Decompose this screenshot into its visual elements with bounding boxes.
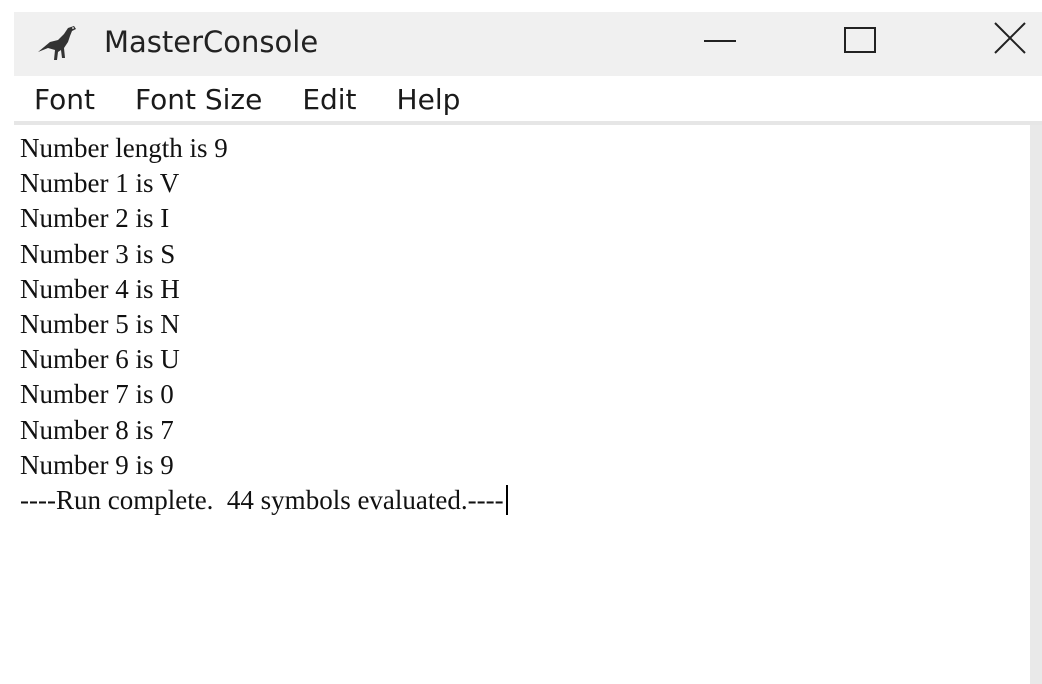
- vertical-scrollbar[interactable]: [1030, 125, 1042, 684]
- minimize-button[interactable]: [680, 12, 760, 68]
- console-output[interactable]: Number length is 9 Number 1 is V Number …: [14, 125, 1030, 684]
- console-last-line: ----Run complete. 44 symbols evaluated.-…: [20, 483, 1030, 518]
- menu-bar: Font Font Size Edit Help: [14, 76, 1042, 124]
- console-line: Number 7 is 0: [20, 379, 174, 410]
- console-line: Number 9 is 9: [20, 449, 174, 480]
- maximize-button[interactable]: [820, 12, 900, 68]
- menu-font-size[interactable]: Font Size: [115, 78, 282, 122]
- master-console-window: MasterConsole Font Font Size Edit Help N…: [0, 0, 1042, 684]
- console-line: Number 8 is 7: [20, 414, 174, 445]
- console-line: Number 2 is I: [20, 203, 170, 234]
- console-line: Number 5 is N: [20, 309, 180, 340]
- text-caret: [505, 485, 508, 516]
- console-line: Number 6 is U: [20, 344, 180, 375]
- menu-edit[interactable]: Edit: [282, 78, 376, 122]
- maximize-icon: [844, 27, 876, 53]
- minimize-icon: [704, 40, 736, 42]
- close-icon: [993, 21, 1027, 60]
- window-title: MasterConsole: [104, 25, 319, 59]
- title-bar[interactable]: MasterConsole: [14, 12, 1042, 76]
- console-line: Number 1 is V: [20, 168, 180, 199]
- menu-font[interactable]: Font: [14, 78, 115, 122]
- console-line-text: ----Run complete. 44 symbols evaluated.-…: [20, 485, 504, 516]
- close-button[interactable]: [970, 12, 1042, 68]
- menu-help[interactable]: Help: [377, 78, 481, 122]
- dinosaur-icon[interactable]: [34, 22, 80, 64]
- console-line: Number 4 is H: [20, 273, 180, 304]
- console-line: Number length is 9: [20, 133, 228, 163]
- console-line: Number 3 is S: [20, 238, 176, 269]
